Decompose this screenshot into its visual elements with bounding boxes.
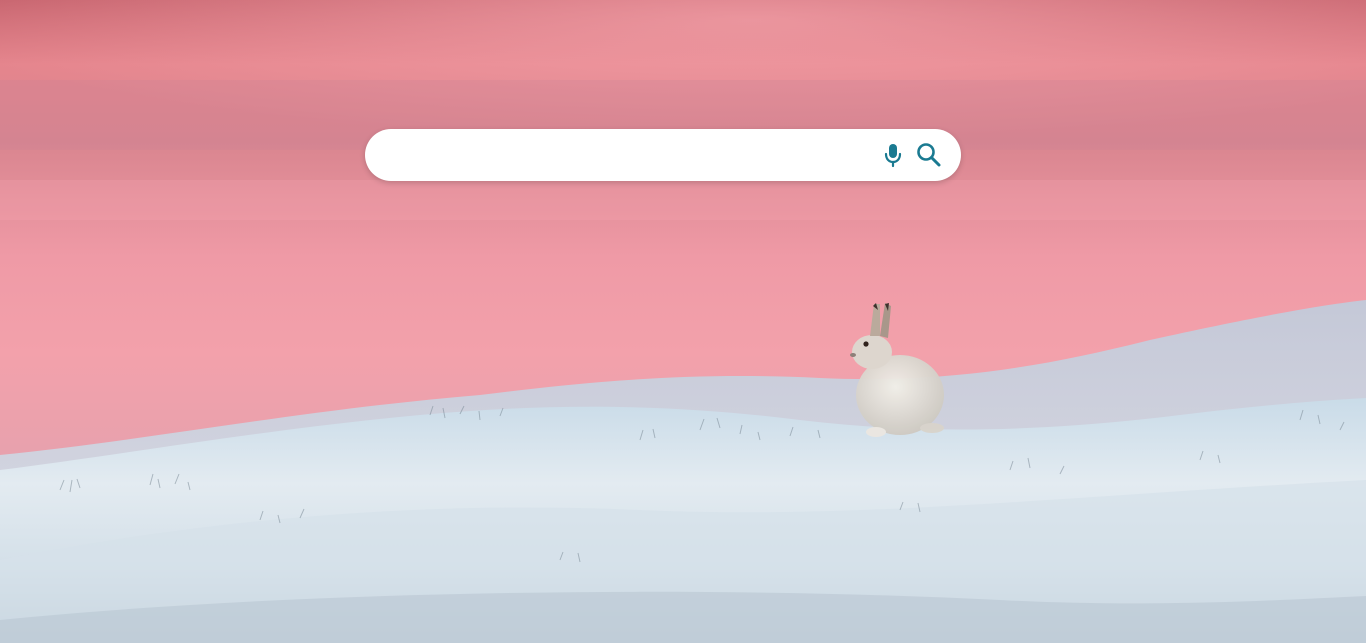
- search-button[interactable]: [913, 139, 945, 171]
- search-icon: [916, 142, 942, 168]
- microphone-icon: [882, 142, 904, 168]
- page: [0, 0, 1366, 643]
- background-image: [0, 0, 1366, 643]
- search-box: [365, 129, 961, 181]
- microphone-button[interactable]: [877, 139, 909, 171]
- search-input[interactable]: [389, 134, 873, 176]
